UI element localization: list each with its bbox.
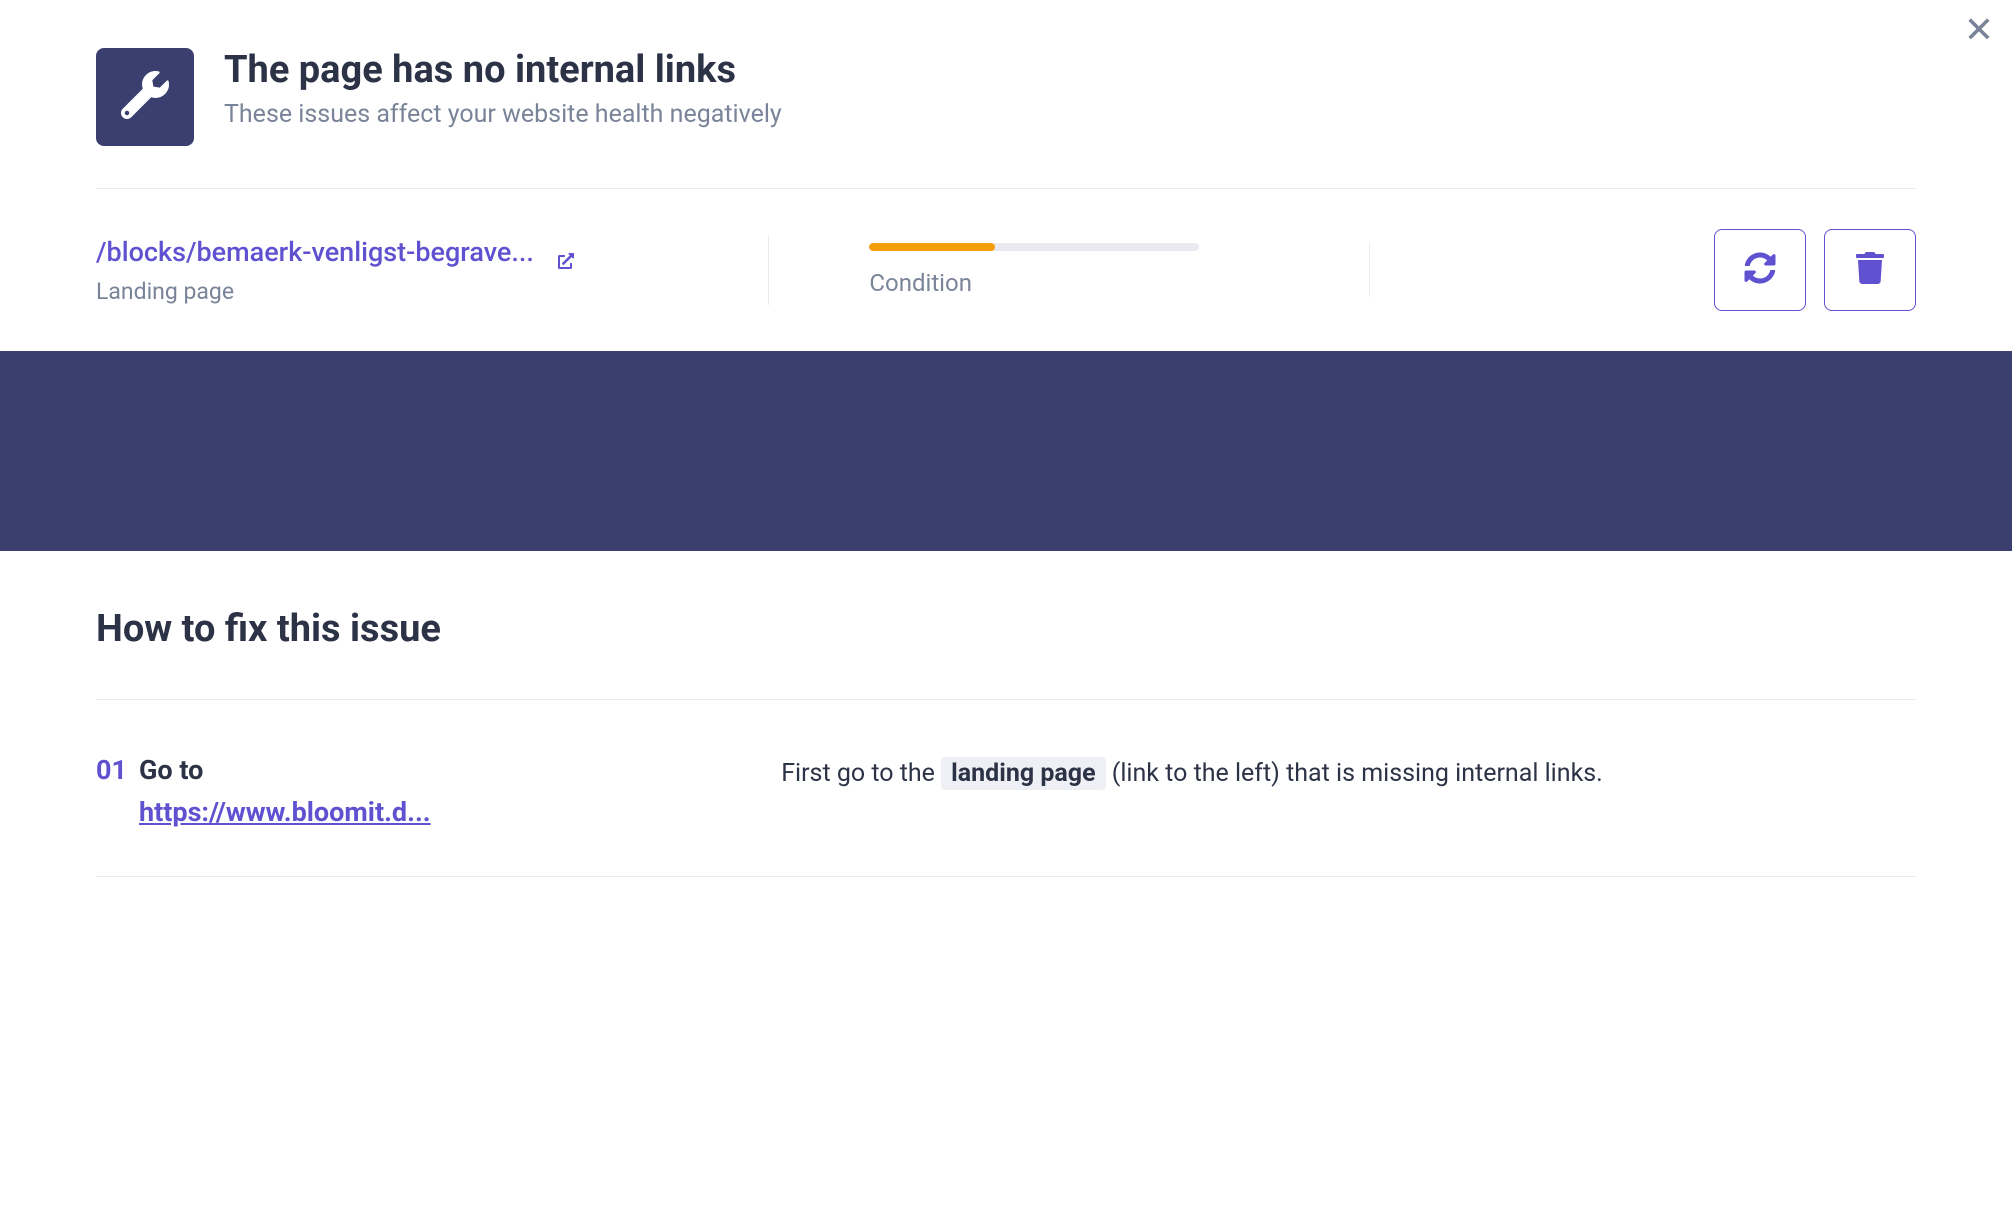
refresh-icon — [1744, 252, 1776, 288]
step-desc-highlight: landing page — [941, 757, 1105, 790]
wrench-icon — [121, 71, 169, 123]
issue-icon-box — [96, 48, 194, 146]
step-left: 01 Go to https://www.bloomit.d... — [96, 754, 751, 828]
fix-section: How to fix this issue 01 Go to https://w… — [0, 551, 2012, 917]
step-desc-post: (link to the left) that is missing inter… — [1106, 759, 1603, 788]
actions-col — [1370, 229, 1916, 311]
step-number: 01 — [96, 754, 127, 828]
close-button[interactable]: ✕ — [1964, 12, 1994, 48]
close-icon: ✕ — [1964, 9, 1994, 51]
dark-section — [0, 351, 2012, 551]
page-path-link[interactable]: /blocks/bemaerk-venligst-begrave... — [96, 236, 728, 268]
step-link[interactable]: https://www.bloomit.d... — [139, 796, 431, 828]
fix-step: 01 Go to https://www.bloomit.d... First … — [96, 700, 1916, 877]
condition-label: Condition — [869, 269, 1329, 297]
fix-heading: How to fix this issue — [96, 607, 1916, 651]
page-info-col: /blocks/bemaerk-venligst-begrave... Land… — [96, 236, 769, 305]
page-path-text: /blocks/bemaerk-venligst-begrave... — [96, 236, 534, 268]
step-title-block: Go to https://www.bloomit.d... — [139, 754, 431, 828]
delete-button[interactable] — [1824, 229, 1916, 311]
step-description: First go to the landing page (link to th… — [781, 754, 1916, 828]
trash-icon — [1854, 252, 1886, 288]
external-link-icon — [558, 244, 574, 260]
page-info-row: /blocks/bemaerk-venligst-begrave... Land… — [0, 189, 2012, 351]
step-desc-pre: First go to the — [781, 759, 941, 788]
issue-header-text: The page has no internal links These iss… — [224, 48, 782, 129]
issue-header: The page has no internal links These iss… — [0, 0, 2012, 188]
refresh-button[interactable] — [1714, 229, 1806, 311]
page-type-label: Landing page — [96, 278, 728, 305]
issue-title: The page has no internal links — [224, 48, 782, 92]
step-title: Go to — [139, 754, 203, 786]
condition-progress-fill — [869, 243, 994, 251]
condition-col: Condition — [769, 243, 1370, 297]
condition-progress-bar — [869, 243, 1199, 251]
issue-subtitle: These issues affect your website health … — [224, 100, 782, 129]
issue-detail-panel: ✕ The page has no internal links These i… — [0, 0, 2012, 917]
